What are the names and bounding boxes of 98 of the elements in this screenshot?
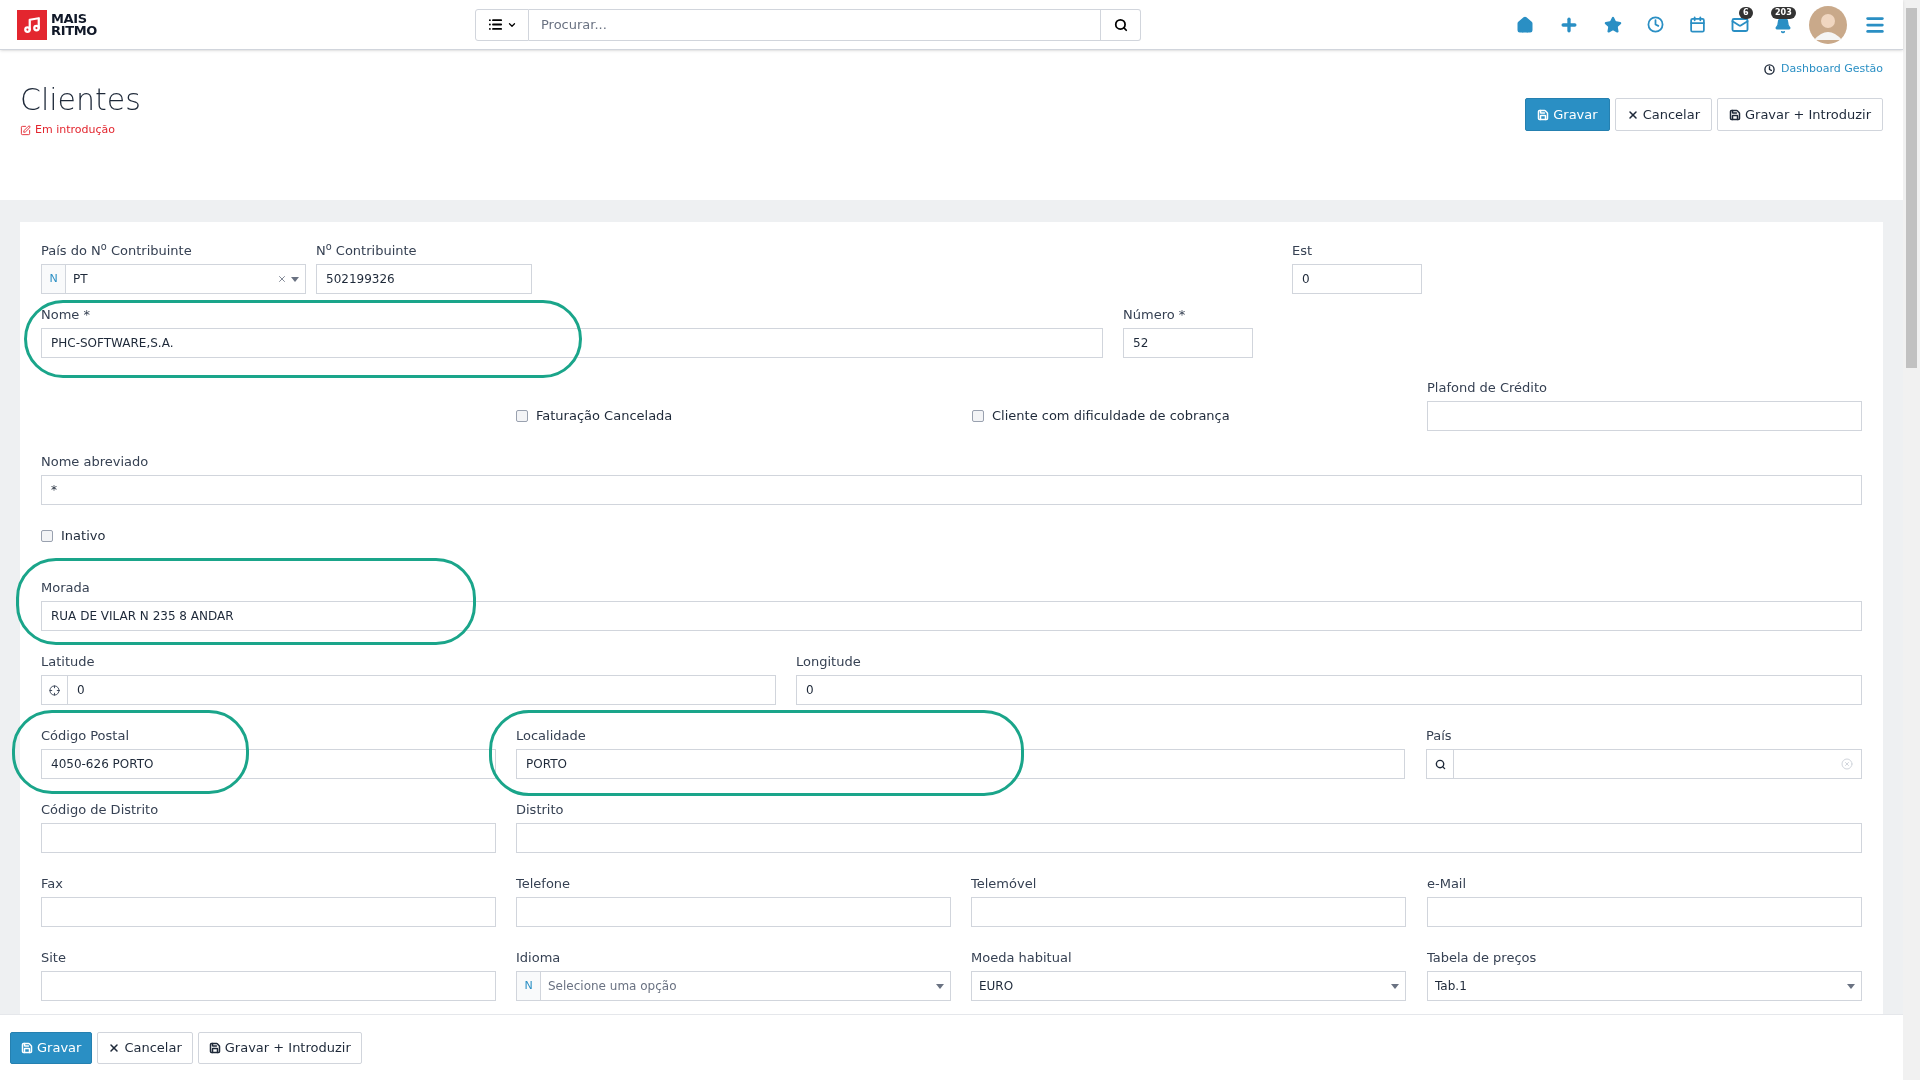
text-field[interactable] xyxy=(1427,401,1862,431)
text-field[interactable] xyxy=(41,823,496,853)
edit-icon xyxy=(20,124,31,136)
clock-icon xyxy=(1764,63,1775,75)
field-label: Moeda habitual xyxy=(971,949,1072,967)
clear-icon[interactable] xyxy=(277,274,287,284)
search-button[interactable] xyxy=(1426,749,1454,779)
field-label: Telefone xyxy=(516,875,571,893)
music-note-icon xyxy=(23,15,41,34)
field-label: Latitude xyxy=(41,653,95,671)
cancel-button[interactable]: Cancelar xyxy=(1614,98,1712,131)
checkbox[interactable] xyxy=(41,530,53,542)
search-icon xyxy=(1113,17,1128,32)
text-field[interactable] xyxy=(516,897,951,927)
field-label: Código de Distrito xyxy=(41,801,159,819)
field-label: Distrito xyxy=(516,801,564,819)
save-icon xyxy=(208,1041,221,1054)
count-badge: 203 xyxy=(1771,6,1796,19)
field-label: e-Mail xyxy=(1427,875,1467,893)
caret-icon xyxy=(1391,983,1399,989)
select-field[interactable]: EURO xyxy=(971,971,1406,1001)
search-field[interactable]: Procurar... xyxy=(529,8,1101,41)
page-title: Clientes xyxy=(20,81,141,119)
field-label: Morada xyxy=(41,579,90,597)
field-label: Código Postal xyxy=(41,727,129,745)
field-label: N$^{o}$ Contribuinte xyxy=(316,242,417,260)
crosshair-icon xyxy=(49,684,60,696)
field-label: Localidade xyxy=(516,727,586,745)
field-label: Telemóvel xyxy=(971,875,1037,893)
field-label: Longitude xyxy=(796,653,861,671)
search-icon xyxy=(1434,758,1446,770)
cancel-button[interactable]: Cancelar xyxy=(97,1031,193,1064)
field-label: Site xyxy=(41,949,66,967)
field-label: Nome abreviado xyxy=(41,453,149,471)
text-field[interactable]: RUA DE VILAR N 235 8 ANDAR xyxy=(41,601,1862,631)
text-field[interactable]: 0 xyxy=(68,675,776,705)
save-icon xyxy=(1537,108,1550,121)
list-icon xyxy=(487,17,503,32)
logo-text: MAIS xyxy=(51,12,88,25)
logo-text: RITMO xyxy=(51,24,98,37)
text-field[interactable]: PHC-SOFTWARE,S.A. xyxy=(41,328,1103,358)
save-and-new-button[interactable]: Gravar + Introduzir xyxy=(1717,98,1883,131)
field-label: País xyxy=(1426,727,1452,745)
select-field[interactable]: Tab.1 xyxy=(1427,971,1862,1001)
save-icon xyxy=(21,1041,33,1054)
field-label: Número * xyxy=(1123,306,1186,324)
mode-toggle[interactable]: N xyxy=(41,264,66,294)
select-field[interactable]: Selecione uma opção xyxy=(541,971,951,1001)
status-text: Em introdução xyxy=(35,122,115,138)
clock-icon[interactable] xyxy=(1647,16,1664,33)
calendar-icon[interactable] xyxy=(1689,16,1706,33)
text-field[interactable] xyxy=(1427,897,1862,927)
checkbox-label: Inativo xyxy=(61,527,106,546)
mail-icon[interactable] xyxy=(1731,15,1749,34)
clear-icon[interactable] xyxy=(1841,758,1853,770)
field-label: Nome * xyxy=(41,306,90,324)
text-field[interactable] xyxy=(971,897,1406,927)
search-button[interactable] xyxy=(1101,8,1141,41)
text-field[interactable] xyxy=(41,897,496,927)
text-field[interactable]: 52 xyxy=(1123,328,1253,358)
field-label: Tabela de preços xyxy=(1427,949,1537,967)
home-icon[interactable] xyxy=(1516,15,1534,34)
close-icon xyxy=(108,1041,121,1054)
app-logo[interactable]: MAIS RITMO xyxy=(17,9,117,40)
text-field[interactable] xyxy=(516,823,1862,853)
select-field[interactable]: PT xyxy=(66,264,306,294)
caret-icon xyxy=(936,983,944,989)
text-field[interactable]: 502199326 xyxy=(316,264,532,294)
text-field[interactable]: * xyxy=(41,475,1862,505)
save-icon xyxy=(1729,108,1741,121)
field-label: Est xyxy=(1292,242,1313,260)
close-icon xyxy=(1626,108,1639,121)
avatar[interactable] xyxy=(1809,5,1847,44)
checkbox[interactable] xyxy=(516,410,528,422)
caret-icon xyxy=(291,276,299,282)
locate-button[interactable] xyxy=(41,675,68,705)
count-badge: 6 xyxy=(1739,6,1753,19)
search-scope-button[interactable] xyxy=(475,8,529,41)
text-field[interactable]: 0 xyxy=(796,675,1862,705)
mode-toggle[interactable]: N xyxy=(516,971,541,1001)
field-label: Fax xyxy=(41,875,63,893)
field-label: Idioma xyxy=(516,949,561,967)
caret-icon xyxy=(1847,983,1855,989)
save-button[interactable]: Gravar xyxy=(10,1031,93,1064)
star-icon[interactable] xyxy=(1604,15,1622,34)
checkbox-label: Cliente com dificuldade de cobrança xyxy=(992,407,1230,426)
text-field[interactable]: PORTO xyxy=(516,749,1405,779)
text-field[interactable]: 4050-626 PORTO xyxy=(41,749,496,779)
text-field[interactable]: 0 xyxy=(1292,264,1422,294)
field-label: País do N$^{o}$ Contribuinte xyxy=(41,242,192,260)
save-button[interactable]: Gravar xyxy=(1525,98,1610,131)
checkbox-label: Faturação Cancelada xyxy=(536,407,673,426)
checkbox[interactable] xyxy=(972,410,984,422)
field-label: Plafond de Crédito xyxy=(1427,379,1547,397)
lookup-field[interactable] xyxy=(1454,749,1862,779)
dashboard-link[interactable]: Dashboard Gestão xyxy=(1781,61,1883,78)
text-field[interactable] xyxy=(41,971,496,1001)
save-and-new-button[interactable]: Gravar + Introduzir xyxy=(197,1031,362,1064)
